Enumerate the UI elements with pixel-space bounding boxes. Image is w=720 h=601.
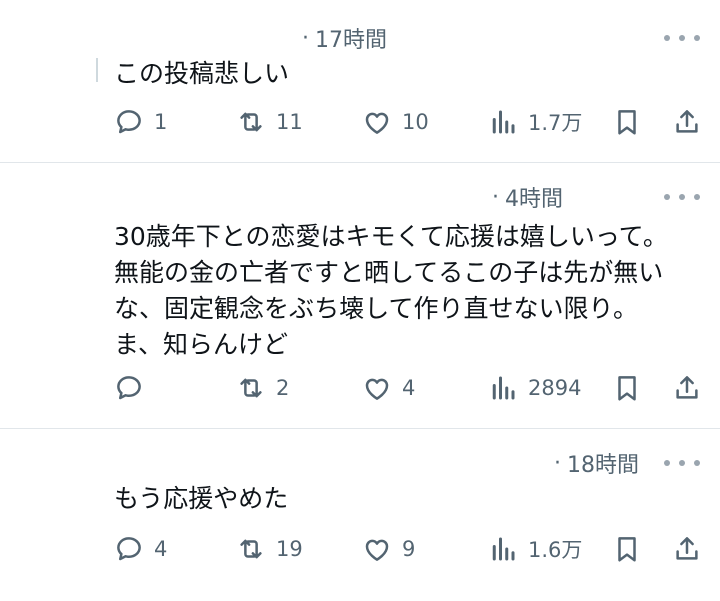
tweet-text: もう応援やめた bbox=[114, 484, 289, 513]
views-button[interactable]: 1.6万 bbox=[488, 531, 582, 567]
repost-count: 11 bbox=[276, 110, 303, 134]
tweet[interactable]: · 4時間 30歳年下との恋愛はキモくて応援は嬉しいって。 無能の金の亡者ですと… bbox=[0, 163, 720, 428]
reply-button[interactable]: 1 bbox=[114, 104, 167, 140]
reply-icon bbox=[117, 537, 141, 561]
like-icon bbox=[365, 112, 389, 134]
more-icon[interactable] bbox=[664, 28, 700, 48]
repost-icon bbox=[240, 112, 262, 132]
repost-count: 19 bbox=[276, 537, 303, 561]
tweet[interactable]: · 18時間 もう応援やめた 4 19 9 1.6万 bbox=[0, 429, 720, 601]
tweet[interactable]: · 17時間 この投稿悲しい 1 11 10 1.7万 bbox=[0, 0, 720, 162]
tweet-timestamp[interactable]: 4時間 bbox=[505, 181, 563, 213]
like-button[interactable]: 4 bbox=[362, 370, 415, 406]
views-count: 1.7万 bbox=[528, 111, 583, 135]
separator-dot: · bbox=[492, 184, 499, 210]
more-icon[interactable] bbox=[664, 187, 700, 207]
tweet-actions: 4 19 9 1.6万 bbox=[0, 531, 720, 567]
reply-icon bbox=[117, 110, 141, 134]
share-button[interactable] bbox=[672, 370, 702, 406]
thread-line bbox=[96, 58, 98, 82]
views-count: 1.6万 bbox=[528, 538, 583, 562]
repost-button[interactable]: 19 bbox=[236, 531, 303, 567]
like-button[interactable]: 10 bbox=[362, 104, 429, 140]
share-icon bbox=[676, 376, 698, 399]
share-button[interactable] bbox=[672, 531, 702, 567]
like-count: 9 bbox=[402, 537, 416, 561]
tweet-meta: · 17時間 bbox=[302, 22, 387, 54]
more-icon[interactable] bbox=[664, 453, 700, 473]
tweet-meta: · 18時間 bbox=[554, 447, 639, 479]
separator-dot: · bbox=[554, 450, 561, 476]
bookmark-button[interactable] bbox=[612, 531, 642, 567]
reply-count: 1 bbox=[154, 110, 168, 134]
tweet-timestamp[interactable]: 17時間 bbox=[315, 22, 387, 54]
like-count: 4 bbox=[402, 376, 416, 400]
reply-button[interactable] bbox=[114, 370, 154, 406]
reply-feed: · 17時間 この投稿悲しい 1 11 10 1.7万 · 4時間 30歳年下と… bbox=[0, 0, 720, 601]
bookmark-icon bbox=[618, 376, 636, 401]
repost-icon bbox=[240, 378, 262, 398]
views-icon bbox=[492, 110, 515, 134]
views-icon bbox=[492, 376, 515, 400]
like-count: 10 bbox=[402, 110, 429, 134]
views-button[interactable]: 2894 bbox=[488, 370, 581, 406]
reply-count: 4 bbox=[154, 537, 168, 561]
views-icon bbox=[492, 537, 515, 561]
like-icon bbox=[365, 539, 389, 561]
repost-button[interactable]: 2 bbox=[236, 370, 289, 406]
tweet-text: 30歳年下との恋愛はキモくて応援は嬉しいって。 無能の金の亡者ですと晒してるこの… bbox=[114, 222, 668, 359]
share-button[interactable] bbox=[672, 104, 702, 140]
views-button[interactable]: 1.7万 bbox=[488, 104, 582, 140]
reply-icon bbox=[117, 376, 141, 400]
like-icon bbox=[365, 378, 389, 400]
like-button[interactable]: 9 bbox=[362, 531, 415, 567]
tweet-text: この投稿悲しい bbox=[114, 59, 290, 88]
repost-button[interactable]: 11 bbox=[236, 104, 303, 140]
separator-dot: · bbox=[302, 25, 309, 51]
tweet-actions: 1 11 10 1.7万 bbox=[0, 104, 720, 140]
bookmark-icon bbox=[618, 110, 636, 135]
tweet-actions: 2 4 2894 bbox=[0, 370, 720, 406]
bookmark-button[interactable] bbox=[612, 370, 642, 406]
share-icon bbox=[676, 537, 698, 560]
tweet-timestamp[interactable]: 18時間 bbox=[567, 447, 639, 479]
share-icon bbox=[676, 110, 698, 133]
bookmark-icon bbox=[618, 537, 636, 562]
bookmark-button[interactable] bbox=[612, 104, 642, 140]
repost-icon bbox=[240, 539, 262, 559]
tweet-meta: · 4時間 bbox=[492, 181, 563, 213]
reply-button[interactable]: 4 bbox=[114, 531, 167, 567]
repost-count: 2 bbox=[276, 376, 290, 400]
views-count: 2894 bbox=[528, 376, 582, 400]
